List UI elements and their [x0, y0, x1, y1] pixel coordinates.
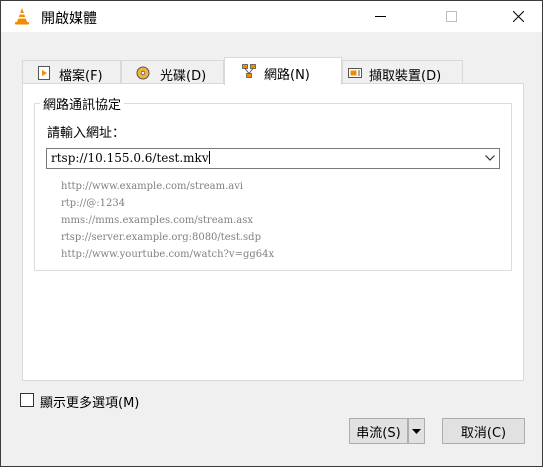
network-icon [242, 64, 256, 78]
network-protocol-group: 網路通訊協定 請輸入網址： rtsp://10.155.0.6/test.mkv… [34, 94, 512, 271]
disc-icon [136, 66, 150, 80]
url-input-value: rtsp://10.155.0.6/test.mkv [51, 151, 209, 165]
minimize-icon [375, 16, 386, 17]
cancel-button-label: 取消(C) [460, 425, 507, 441]
file-play-icon [38, 66, 50, 80]
url-examples: http://www.example.com/stream.avi rtp://… [61, 178, 274, 263]
show-more-checkbox[interactable] [20, 393, 34, 407]
tab-capture[interactable]: 擷取裝置(D) [342, 60, 463, 84]
capture-card-icon [348, 68, 362, 78]
example-url: rtsp://server.example.org:8080/test.sdp [61, 232, 261, 243]
url-combobox[interactable]: rtsp://10.155.0.6/test.mkv [46, 148, 500, 169]
group-title: 網路通訊協定 [40, 94, 125, 113]
cancel-button[interactable]: 取消(C) [442, 418, 525, 444]
example-url: http://www.example.com/stream.avi [61, 181, 244, 192]
tab-disc[interactable]: 光碟(D) [121, 60, 224, 84]
close-button[interactable] [496, 1, 542, 32]
network-panel: 網路通訊協定 請輸入網址： rtsp://10.155.0.6/test.mkv… [22, 83, 524, 381]
tab-disc-label: 光碟(D) [160, 69, 207, 84]
tab-network[interactable]: 網路(N) [224, 57, 342, 85]
tab-file[interactable]: 檔案(F) [22, 60, 121, 84]
window-title: 開啟媒體 [41, 11, 97, 27]
minimize-button[interactable] [358, 1, 404, 32]
text-cursor [208, 151, 210, 164]
stream-button[interactable]: 串流(S) [349, 418, 408, 444]
tab-capture-label: 擷取裝置(D) [369, 69, 442, 84]
show-more-label[interactable]: 顯示更多選項(M) [40, 392, 139, 411]
close-icon [513, 11, 524, 22]
example-url: mms://mms.examples.com/stream.asx [61, 215, 253, 226]
tab-file-label: 檔案(F) [59, 69, 103, 84]
url-prompt: 請輸入網址： [47, 126, 126, 141]
stream-button-label: 串流(S) [356, 425, 401, 441]
tab-network-label: 網路(N) [264, 68, 310, 83]
maximize-icon [446, 11, 457, 22]
vlc-cone-icon [15, 8, 29, 25]
chevron-down-icon[interactable] [485, 155, 495, 161]
example-url: rtp://@:1234 [61, 198, 126, 209]
triangle-down-icon [412, 428, 421, 434]
open-media-dialog: 開啟媒體 檔案(F) 光碟(D) 網路(N) 擷取裝置(D) 網路通訊協定 請輸… [0, 0, 543, 467]
example-url: http://www.yourtube.com/watch?v=gg64x [61, 249, 275, 260]
maximize-button[interactable] [429, 1, 475, 32]
title-bar[interactable]: 開啟媒體 [1, 1, 542, 32]
stream-dropdown-button[interactable] [408, 418, 425, 444]
